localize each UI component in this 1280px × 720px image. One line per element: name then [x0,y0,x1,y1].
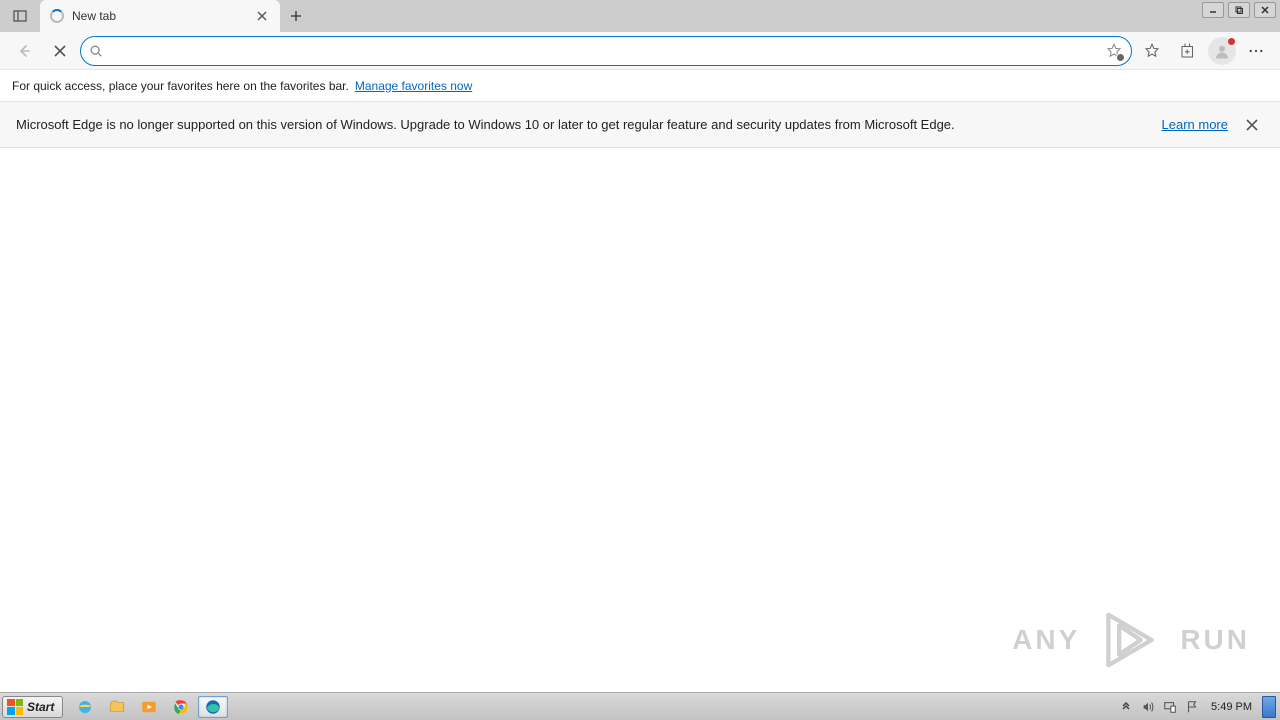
watermark-text-2: RUN [1180,624,1250,656]
close-icon [1246,119,1258,131]
unsupported-os-banner: Microsoft Edge is no longer supported on… [0,102,1280,148]
favorites-hint-text: For quick access, place your favorites h… [12,79,349,93]
sync-badge-icon [1116,53,1125,62]
close-icon [1260,5,1270,15]
windows-taskbar: Start [0,692,1280,720]
taskbar-item-chrome[interactable] [166,696,196,718]
manage-favorites-link[interactable]: Manage favorites now [355,79,472,93]
learn-more-link[interactable]: Learn more [1162,117,1228,132]
stop-reload-button[interactable] [44,35,76,67]
maximize-icon [1234,5,1244,15]
internet-explorer-icon [76,698,94,716]
media-player-icon [140,698,158,716]
taskbar-clock[interactable]: 5:49 PM [1205,701,1258,713]
close-icon [53,44,67,58]
arrow-left-icon [16,43,32,59]
favorites-bar-hint: For quick access, place your favorites h… [0,70,1280,102]
close-icon [257,11,267,21]
window-controls [1198,0,1280,20]
speaker-icon [1141,700,1155,714]
close-window-button[interactable] [1254,2,1276,18]
watermark: ANY RUN [1012,604,1250,676]
loading-spinner-icon [50,9,64,23]
start-label: Start [27,700,54,714]
edge-icon [204,698,222,716]
devices-icon [1163,700,1177,714]
plus-icon [290,10,302,22]
tab-actions-icon [12,8,28,24]
banner-message: Microsoft Edge is no longer supported on… [16,117,1150,132]
taskbar-item-edge[interactable] [198,696,228,718]
settings-menu-button[interactable] [1240,35,1272,67]
chrome-icon [172,698,190,716]
search-icon [89,44,103,58]
taskbar-item-explorer[interactable] [102,696,132,718]
system-tray: 5:49 PM [1117,696,1278,718]
tab-close-button[interactable] [254,8,270,24]
more-icon [1247,42,1265,60]
tab-title: New tab [72,9,246,23]
favorites-button[interactable] [1136,35,1168,67]
new-tab-button[interactable] [280,0,312,32]
taskbar-item-ie[interactable] [70,696,100,718]
profile-button[interactable] [1208,37,1236,65]
chevron-up-icon [1121,702,1131,712]
browser-tab[interactable]: New tab [40,0,280,32]
notification-dot-icon [1228,38,1235,45]
watermark-text-1: ANY [1012,624,1080,656]
browser-toolbar [0,32,1280,70]
banner-close-button[interactable] [1240,113,1264,137]
folder-icon [108,698,126,716]
tab-actions-button[interactable] [0,0,40,32]
maximize-button[interactable] [1228,2,1250,18]
address-input[interactable] [111,43,1097,58]
tray-expand-button[interactable] [1117,698,1135,716]
tray-devices-button[interactable] [1161,698,1179,716]
page-content: ANY RUN [0,148,1280,696]
back-button[interactable] [8,35,40,67]
tray-volume-button[interactable] [1139,698,1157,716]
minimize-button[interactable] [1202,2,1224,18]
address-bar[interactable] [80,36,1132,66]
show-desktop-button[interactable] [1262,696,1276,718]
favorites-sync-button[interactable] [1105,42,1123,60]
collections-icon [1179,42,1197,60]
flag-icon [1185,700,1199,714]
title-bar: New tab [0,0,1280,32]
windows-logo-icon [7,699,23,715]
taskbar-item-media[interactable] [134,696,164,718]
tray-flag-button[interactable] [1183,698,1201,716]
minimize-icon [1208,5,1218,15]
play-icon [1094,604,1166,676]
start-button[interactable]: Start [2,696,63,718]
collections-button[interactable] [1172,35,1204,67]
star-icon [1143,42,1161,60]
